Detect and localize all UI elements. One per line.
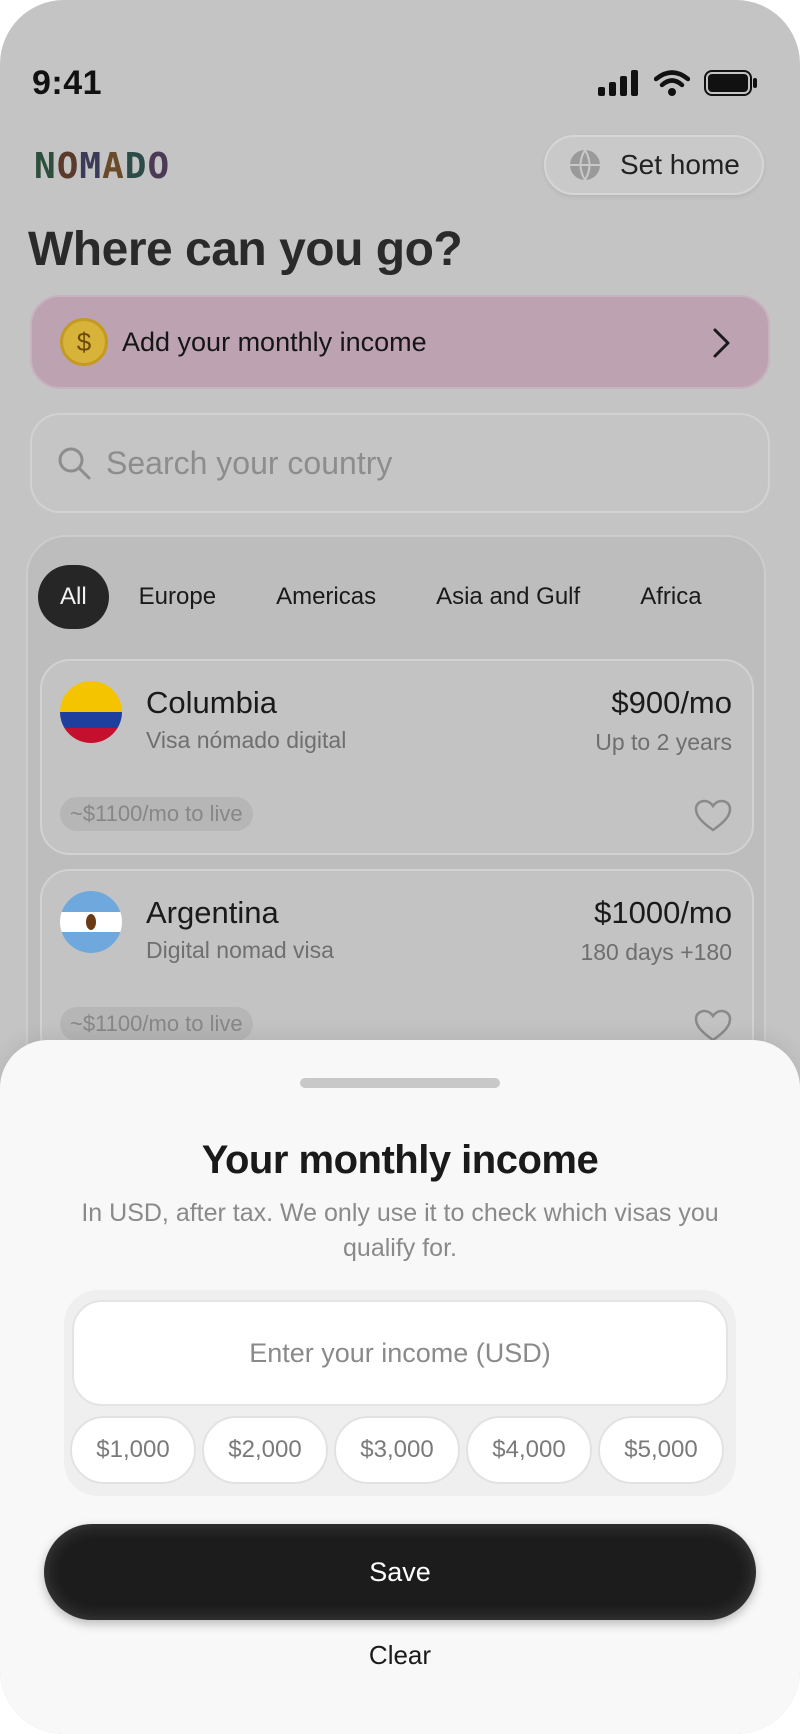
colombia-flag-icon — [60, 681, 122, 743]
dollar-coin-icon: $ — [60, 318, 108, 366]
income-entry-box: $1,000 $2,000 $3,000 $4,000 $5,000 — [64, 1290, 736, 1496]
add-income-label: Add your monthly income — [122, 326, 427, 357]
filter-chip-americas[interactable]: Americas — [246, 565, 406, 629]
cost-of-living-badge: ~$1100/mo to live — [60, 797, 253, 831]
country-name: Columbia — [146, 685, 277, 720]
filter-chip-asia-and-gulf[interactable]: Asia and Gulf — [406, 565, 610, 629]
income-bottom-sheet: Your monthly income In USD, after tax. W… — [0, 1040, 800, 1734]
country-name: Argentina — [146, 895, 279, 930]
country-card-argentina[interactable]: Argentina Digital nomad visa $1000/mo 18… — [40, 869, 754, 1065]
sheet-title: Your monthly income — [201, 1138, 599, 1182]
chevron-right-icon — [713, 328, 730, 358]
filter-chip-all[interactable]: All — [38, 565, 109, 629]
status-time: 9:41 — [32, 64, 103, 102]
preset-5000-button[interactable]: $5,000 — [598, 1416, 724, 1484]
wifi-icon — [654, 70, 690, 96]
visa-name: Visa nómado digital — [146, 727, 347, 753]
region-filter-chips: All Europe Americas Asia and Gulf Africa — [38, 565, 732, 629]
sheet-subtitle: In USD, after tax. We only use it to che… — [81, 1199, 719, 1262]
preset-1000-button[interactable]: $1,000 — [70, 1416, 196, 1484]
app-screen: 9:41 NOMADO Set home Where can you go? $… — [0, 0, 800, 1734]
visa-name: Digital nomad visa — [146, 937, 334, 963]
search-icon — [58, 447, 91, 480]
filter-chip-africa[interactable]: Africa — [610, 565, 731, 629]
income-input[interactable] — [72, 1300, 728, 1406]
income-requirement: $900/mo — [611, 685, 732, 720]
country-list-panel: All Europe Americas Asia and Gulf Africa… — [26, 535, 766, 1095]
visa-duration: 180 days +180 — [580, 939, 732, 965]
battery-icon — [704, 70, 757, 96]
preset-2000-button[interactable]: $2,000 — [202, 1416, 328, 1484]
favorite-heart-icon[interactable] — [694, 799, 732, 833]
visa-duration: Up to 2 years — [595, 729, 732, 755]
favorite-heart-icon[interactable] — [694, 1009, 732, 1043]
set-home-label: Set home — [620, 149, 740, 180]
page-title: Where can you go? — [28, 223, 463, 276]
filter-chip-europe[interactable]: Europe — [109, 565, 246, 629]
globe-icon — [570, 149, 600, 181]
add-income-banner[interactable]: $ Add your monthly income — [30, 295, 770, 389]
app-logo: NOMADO — [34, 146, 171, 187]
save-button[interactable]: Save — [44, 1524, 756, 1620]
sheet-grabber[interactable] — [300, 1078, 500, 1088]
income-requirement: $1000/mo — [594, 895, 732, 930]
status-icons — [598, 70, 758, 96]
income-presets: $1,000 $2,000 $3,000 $4,000 $5,000 — [70, 1416, 724, 1484]
argentina-flag-icon — [60, 891, 122, 953]
set-home-button[interactable]: Set home — [544, 135, 764, 195]
preset-3000-button[interactable]: $3,000 — [334, 1416, 460, 1484]
cellular-signal-icon — [598, 70, 638, 96]
search-bar[interactable] — [30, 413, 770, 513]
clear-button[interactable]: Clear — [0, 1640, 800, 1671]
search-input[interactable] — [106, 444, 706, 482]
preset-4000-button[interactable]: $4,000 — [466, 1416, 592, 1484]
cost-of-living-badge: ~$1100/mo to live — [60, 1007, 253, 1041]
country-card-columbia[interactable]: Columbia Visa nómado digital $900/mo Up … — [40, 659, 754, 855]
